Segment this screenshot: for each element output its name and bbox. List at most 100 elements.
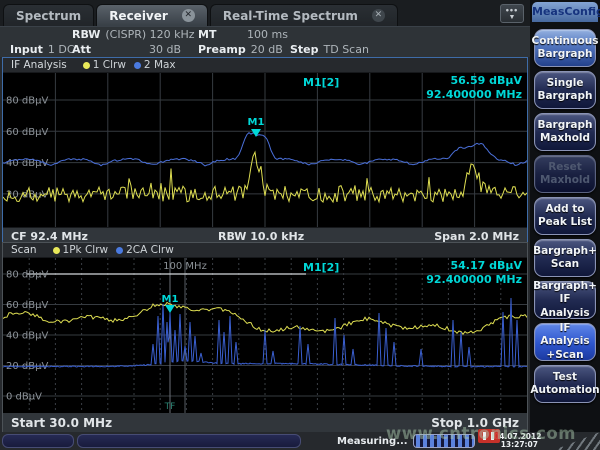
setting-att[interactable]: Att 30 dB [72,43,181,56]
softkey-label: Reset Maxhold [536,161,594,187]
marker-freq-readout: 92.400000 MHz [426,88,522,101]
svg-text:M1: M1 [248,117,265,128]
setting-input[interactable]: Input 1 DC [10,43,75,56]
setting-value: 30 dB [103,43,181,56]
setting-label: Input [10,43,43,56]
setting-label: Step [290,43,319,56]
if-trace-2: 2 Max [134,59,176,71]
setting-label: RBW [72,28,100,41]
stop-freq-readout[interactable]: Stop 1.0 GHz [431,416,519,430]
setting-label: Att [72,43,98,56]
softkey-bargraph-if-analysis[interactable]: Bargraph+ IF Analysis [534,281,596,319]
close-icon[interactable]: ✕ [182,9,195,22]
tab-overflow-dots-icon: ••• [506,7,518,14]
tab-label: Real-Time Spectrum [223,9,358,23]
trace-color-dot-icon [83,62,90,69]
tab-overflow-button[interactable]: ••• ▼ [500,4,524,23]
close-icon[interactable]: ✕ [372,9,385,22]
trace-label: 2 Max [144,59,176,71]
softkey-label: IF Analysis +Scan [536,322,594,361]
svg-text:100 MHz: 100 MHz [163,261,207,272]
marker-freq-readout: 92.400000 MHz [426,273,522,286]
setting-preamp[interactable]: Preamp 20 dB [198,43,283,56]
softkey-label: Continuous Bargraph [532,35,599,61]
trace-label: 1 Clrw [93,59,126,71]
softkey-continuous-bargraph[interactable]: Continuous Bargraph [534,29,596,67]
setting-value: (CISPR) 120 kHz [105,28,194,41]
marker-level-readout: 56.59 dBµV [451,74,523,87]
tab-bar: Spectrum Receiver ✕ Real-Time Spectrum ✕ •••… [0,0,530,27]
start-freq-readout[interactable]: Start 30.0 MHz [11,416,112,430]
scan-chart: 80 dBµV60 dBµV40 dBµV20 dBµV0 dBµV100 MH… [3,258,527,413]
if-analysis-header: IF Analysis 1 Clrw 2 Max [3,58,527,73]
setting-value: TD Scan [324,43,369,56]
softkey-label: Bargraph+ Scan [533,245,597,271]
softkey-label: Bargraph+ IF Analysis [533,280,597,319]
tab-real-time-spectrum[interactable]: Real-Time Spectrum ✕ [210,4,398,26]
if-trace-1: 1 Clrw [83,59,126,71]
if-analysis-window: IF Analysis 1 Clrw 2 Max 80 dBµV 60 dBµV 40… [2,57,528,242]
measuring-status: Measuring... [337,436,408,447]
softkey-label: Single Bargraph [536,77,594,103]
status-field-2 [77,434,301,448]
svg-text:60 dBµV: 60 dBµV [6,127,48,138]
if-analysis-title: IF Analysis [11,59,67,71]
svg-text:60 dBµV: 60 dBµV [6,300,48,311]
time-label: 13:27:07 [494,441,538,449]
tab-spectrum[interactable]: Spectrum [3,4,94,26]
softkey-menu-title: MeasConfig [532,2,598,22]
svg-text:80 dBµV: 80 dBµV [6,96,48,107]
svg-text:40 dBµV: 40 dBµV [6,158,48,169]
tab-label: Receiver [109,9,168,23]
setting-value: 100 ms [247,28,288,41]
setting-label: Preamp [198,43,246,56]
marker-name: M1[2] [303,261,339,274]
svg-text:80 dBµV: 80 dBµV [6,270,48,281]
cf-readout[interactable]: CF 92.4 MHz [11,230,88,243]
trace-label: 1Pk Clrw [63,244,109,256]
softkey-bargraph-scan[interactable]: Bargraph+ Scan [534,239,596,277]
chevron-down-icon: ▼ [509,14,516,21]
setting-mt[interactable]: MT 100 ms [198,28,288,41]
if-analysis-chart: 80 dBµV60 dBµV40 dBµV20 dBµVM1 M1[2] 56.… [3,73,527,227]
if-trace-legend: 1 Clrw 2 Max [83,59,184,71]
svg-text:TF: TF [164,402,176,412]
trace-label: 2CA Clrw [126,244,174,256]
tab-label: Spectrum [16,9,81,23]
tab-receiver[interactable]: Receiver ✕ [96,4,208,26]
setting-value: 1 DC [48,43,75,56]
scan-header: Scan 1Pk Clrw 2CA Clrw [3,243,527,258]
scan-trace-1: 1Pk Clrw [53,244,109,256]
setting-rbw[interactable]: RBW (CISPR) 120 kHz [72,28,195,41]
softkey-single-bargraph[interactable]: Single Bargraph [534,71,596,109]
svg-text:M1: M1 [162,294,179,305]
softkey-panel: MeasConfig Continuous Bargraph Single Bar… [530,0,600,450]
rbw-readout[interactable]: RBW 10.0 kHz [218,230,304,243]
softkey-label: Bargraph Maxhold [536,119,594,145]
scan-window: Scan 1Pk Clrw 2CA Clrw 80 dBµV 60 dBµV 40 d… [2,242,528,432]
setting-value: 20 dB [251,43,283,56]
softkey-if-analysis-scan[interactable]: IF Analysis +Scan [534,323,596,361]
svg-text:40 dBµV: 40 dBµV [6,331,48,342]
svg-text:0 dBµV: 0 dBµV [6,392,42,403]
marker-level-readout: 54.17 dBµV [451,259,523,272]
span-readout[interactable]: Span 2.0 MHz [434,230,519,243]
setting-step[interactable]: Step TD Scan [290,43,369,56]
softkey-label: Add to Peak List [536,203,594,229]
scan-trace-legend: 1Pk Clrw 2CA Clrw [53,244,182,256]
softkey-test-automation[interactable]: Test Automation [534,365,596,403]
date-time: 04.07.2012 13:27:07 [494,433,538,449]
trace-color-dot-icon [116,247,123,254]
softkey-add-to-peak-list[interactable]: Add to Peak List [534,197,596,235]
instrument-screen: Spectrum Receiver ✕ Real-Time Spectrum ✕ •••… [0,0,600,450]
scan-progress-bar [413,434,475,448]
softkey-label: Test Automation [530,371,599,397]
resize-corner-stripes [554,432,600,450]
trace-color-dot-icon [53,247,60,254]
trace-color-dot-icon [134,62,141,69]
scan-trace-2: 2CA Clrw [116,244,174,256]
softkey-bargraph-maxhold[interactable]: Bargraph Maxhold [534,113,596,151]
setting-label: MT [198,28,242,41]
scan-title: Scan [11,244,37,256]
status-field-1 [2,434,74,448]
